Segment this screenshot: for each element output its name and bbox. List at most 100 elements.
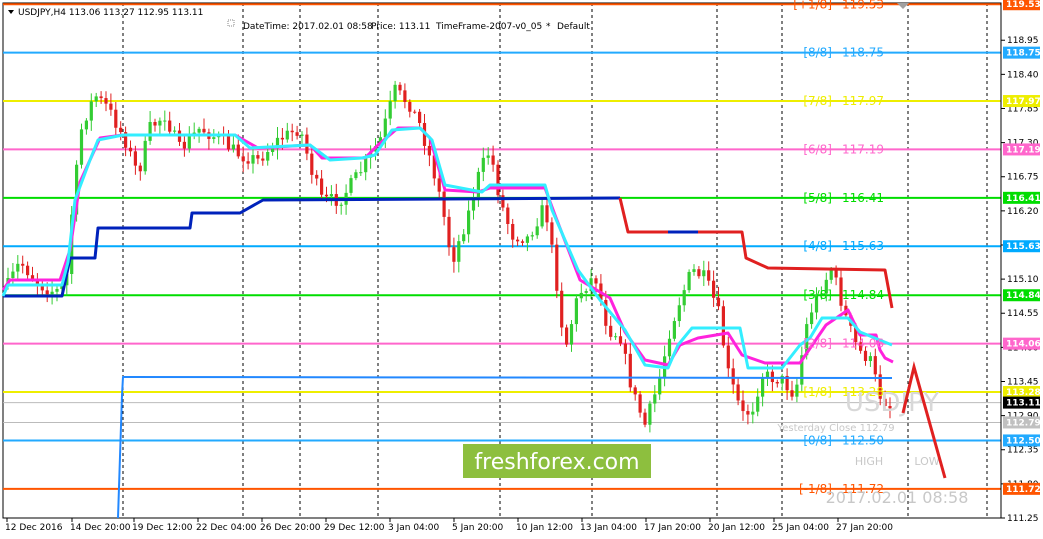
candle-body: [295, 132, 299, 136]
symbol-line: USDJPY,H4 113.06 113.27 112.95 113.11: [18, 8, 203, 18]
price-tag: 119.53: [1003, 0, 1041, 11]
marker-star: *: [546, 22, 551, 32]
murrey-value: 115.63: [842, 239, 884, 253]
x-tick-label: 25 Jan 04:00: [772, 523, 829, 533]
candle-body: [863, 350, 868, 362]
candle-body: [692, 269, 696, 272]
x-tick-label: 10 Jan 12:00: [516, 523, 573, 533]
candle-body: [751, 411, 755, 415]
candle-body: [393, 84, 397, 102]
candle-body: [256, 155, 260, 159]
candle-body: [236, 144, 240, 157]
candle-body: [427, 145, 431, 156]
candle-body: [555, 244, 559, 291]
candle-body: [138, 165, 142, 172]
candle-body: [163, 120, 167, 122]
candle-body: [197, 128, 201, 133]
murrey-label: [8/8]: [803, 46, 832, 60]
candle-body: [638, 394, 642, 413]
candle-body: [618, 336, 623, 344]
y-tick-label: 116.75: [1007, 173, 1039, 183]
candle-body: [486, 155, 490, 158]
candle-body: [511, 223, 515, 240]
candle-body: [550, 222, 554, 245]
candle-body: [437, 178, 441, 192]
candle-body: [408, 101, 412, 112]
candle-body: [418, 111, 422, 123]
murrey-label: [0/8]: [803, 433, 832, 447]
candle-body: [231, 144, 235, 150]
x-tick-label: 3 Jan 04:00: [388, 523, 440, 533]
candle-body: [520, 241, 525, 243]
candle-body: [535, 226, 539, 236]
candle-body: [795, 384, 799, 397]
candle-body: [148, 122, 152, 141]
price-tag: 116.41: [1003, 191, 1041, 204]
murrey-label: [+1/8]: [793, 0, 832, 11]
candle-body: [320, 178, 324, 195]
murrey-value: 114.84: [842, 288, 884, 302]
y-tick-label: 112.35: [1007, 446, 1039, 456]
candle-body: [339, 204, 343, 206]
candle-body: [119, 127, 123, 133]
candle-body: [716, 297, 721, 307]
price-tag-text: 113.28: [1006, 388, 1041, 398]
candle-body: [114, 109, 118, 128]
murrey-label: [7/8]: [803, 94, 832, 108]
candle-body: [447, 216, 451, 248]
candle-body: [491, 155, 495, 165]
candle-body: [481, 157, 485, 172]
candle-body: [168, 120, 172, 132]
candle-body: [525, 236, 529, 243]
price-tag: 118.75: [1003, 46, 1041, 59]
candle-body: [579, 292, 583, 299]
candle-body: [770, 371, 774, 383]
candle-body: [315, 174, 319, 179]
candle-body: [21, 263, 25, 266]
x-tick-label: 19 Dec 12:00: [132, 523, 193, 533]
candle-body: [530, 235, 534, 237]
candle-body: [756, 396, 760, 412]
x-tick-label: 13 Jan 04:00: [580, 523, 637, 533]
price-tag-text: 116.41: [1006, 194, 1041, 204]
price-tag-text: 111.72: [1006, 485, 1041, 495]
candle-body: [721, 306, 725, 346]
chart-canvas[interactable]: [+1/8] 119.53 [8/8] 118.75 [7/8] 117.97 [6/8] 1…: [0, 0, 1043, 539]
candle-body: [285, 130, 289, 140]
candle-body: [462, 234, 466, 242]
murrey-value: 114.06: [842, 337, 884, 351]
candle-body: [506, 207, 510, 224]
candle-body: [383, 118, 387, 138]
candle-body: [741, 400, 745, 412]
murrey-label: [5/8]: [803, 191, 832, 205]
candle-body: [94, 96, 98, 102]
candle-body: [540, 205, 544, 227]
candle-body: [697, 269, 701, 277]
default-label: Default: [557, 22, 590, 32]
x-tick-label: 12 Dec 2016: [5, 523, 63, 533]
price-tag-text: 112.50: [1006, 436, 1041, 446]
murrey-value: 116.41: [842, 191, 884, 205]
price-tag: 113.28: [1003, 386, 1041, 399]
x-tick-label: 22 Dec 04:00: [196, 523, 257, 533]
murrey-label: [2/8]: [803, 337, 832, 351]
candle-body: [45, 290, 49, 295]
candle-body: [241, 156, 245, 162]
murrey-value: 112.50: [842, 433, 884, 447]
yesterday-close-label: Yesterday Close 112.79: [776, 423, 894, 434]
y-tick-label: 114.55: [1007, 309, 1039, 319]
candle-body: [790, 390, 794, 397]
candle-body: [574, 298, 578, 325]
candle-body: [594, 278, 598, 284]
price-tag: 115.63: [1003, 240, 1041, 253]
candle-body: [565, 327, 569, 345]
price-tag: 113.11: [1003, 396, 1041, 409]
candle-body: [677, 305, 681, 322]
candle-body: [746, 411, 750, 415]
price-tag-text: 115.63: [1006, 242, 1041, 252]
price-tag: 114.06: [1003, 337, 1041, 350]
price-label: Price: 113.11: [371, 22, 430, 32]
candle-body: [354, 172, 358, 179]
candle-body: [398, 84, 402, 91]
price-tag-text: 117.19: [1006, 145, 1041, 155]
